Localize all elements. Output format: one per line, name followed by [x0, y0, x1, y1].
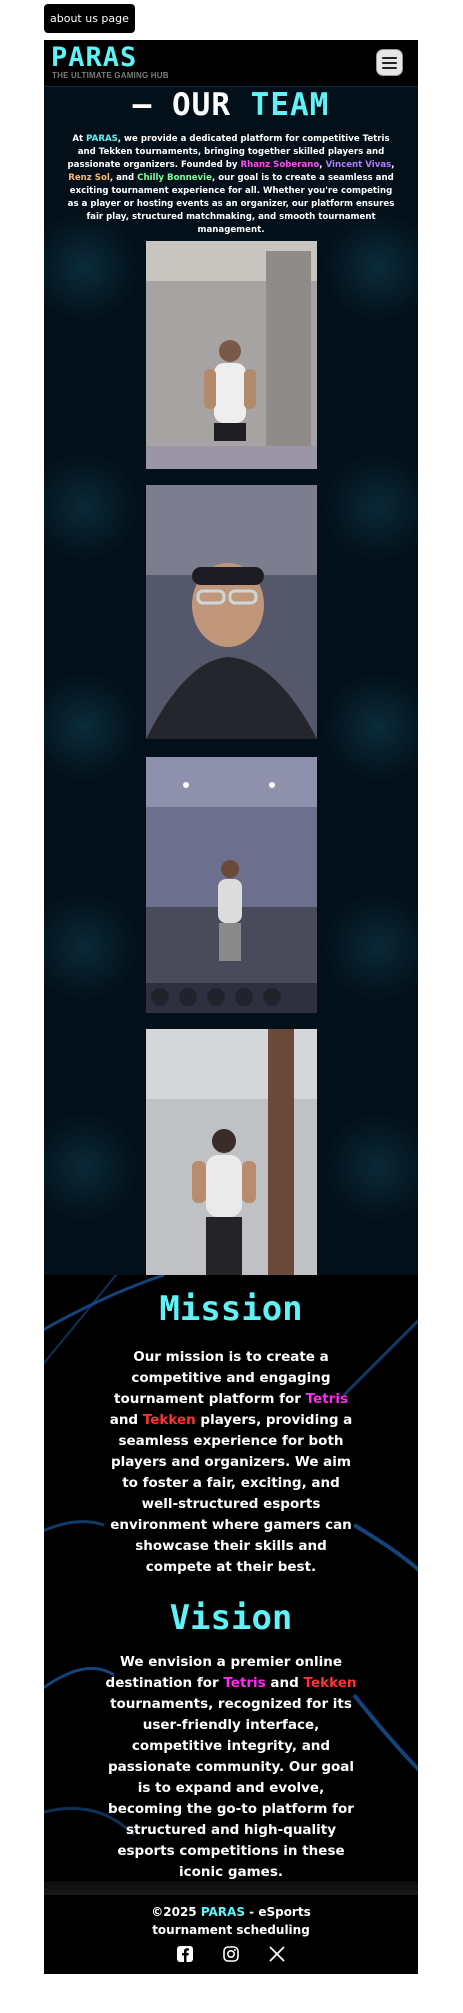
hamburger-icon [382, 57, 397, 59]
menu-button[interactable] [376, 49, 403, 76]
team-photo [146, 485, 317, 739]
site-header: PARAS THE ULTIMATE GAMING HUB [44, 40, 418, 87]
mission-vision-section: Mission Our mission is to create a compe… [44, 1275, 418, 1895]
heading-word: OUR [172, 87, 231, 123]
site-tagline: THE ULTIMATE GAMING HUB [52, 71, 169, 80]
founder-name: Vincent Vivas [325, 160, 392, 170]
founder-name: Chilly Bonnevie [137, 173, 212, 183]
page-label: about us page [44, 4, 135, 33]
vision-heading: Vision [169, 1598, 293, 1638]
team-heading: – OUR TEAM [44, 87, 418, 123]
hamburger-icon [382, 67, 397, 69]
mission-heading: Mission [159, 1289, 303, 1329]
team-photo [146, 1029, 317, 1285]
team-description: At PARAS, we provide a dedicated platfor… [67, 134, 395, 235]
facebook-icon[interactable] [176, 1945, 194, 1963]
mission-text: Our mission is to create a competitive a… [109, 1349, 353, 1575]
footer-divider [44, 1881, 418, 1895]
founder-name: Rhanz Soberano [240, 160, 320, 170]
team-photo [146, 757, 317, 1013]
site-logo[interactable]: PARAS [51, 43, 137, 73]
founder-name: Renz Sol [68, 173, 110, 183]
team-photo [146, 241, 317, 469]
heading-accent: TEAM [250, 87, 330, 123]
copyright: ©2025 PARAS - eSports tournament schedul… [151, 1905, 311, 1937]
heading-dash: – [132, 87, 153, 123]
social-links [44, 1945, 418, 1967]
vision-text: We envision a premier online destination… [105, 1654, 357, 1880]
x-icon[interactable] [268, 1945, 286, 1963]
hamburger-icon [382, 62, 397, 64]
instagram-icon[interactable] [222, 1945, 240, 1963]
about-page: PARAS THE ULTIMATE GAMING HUB – OUR TEAM… [44, 40, 418, 1974]
site-footer: ©2025 PARAS - eSports tournament schedul… [44, 1881, 418, 1974]
team-section: – OUR TEAM At PARAS, we provide a dedica… [44, 87, 418, 1285]
